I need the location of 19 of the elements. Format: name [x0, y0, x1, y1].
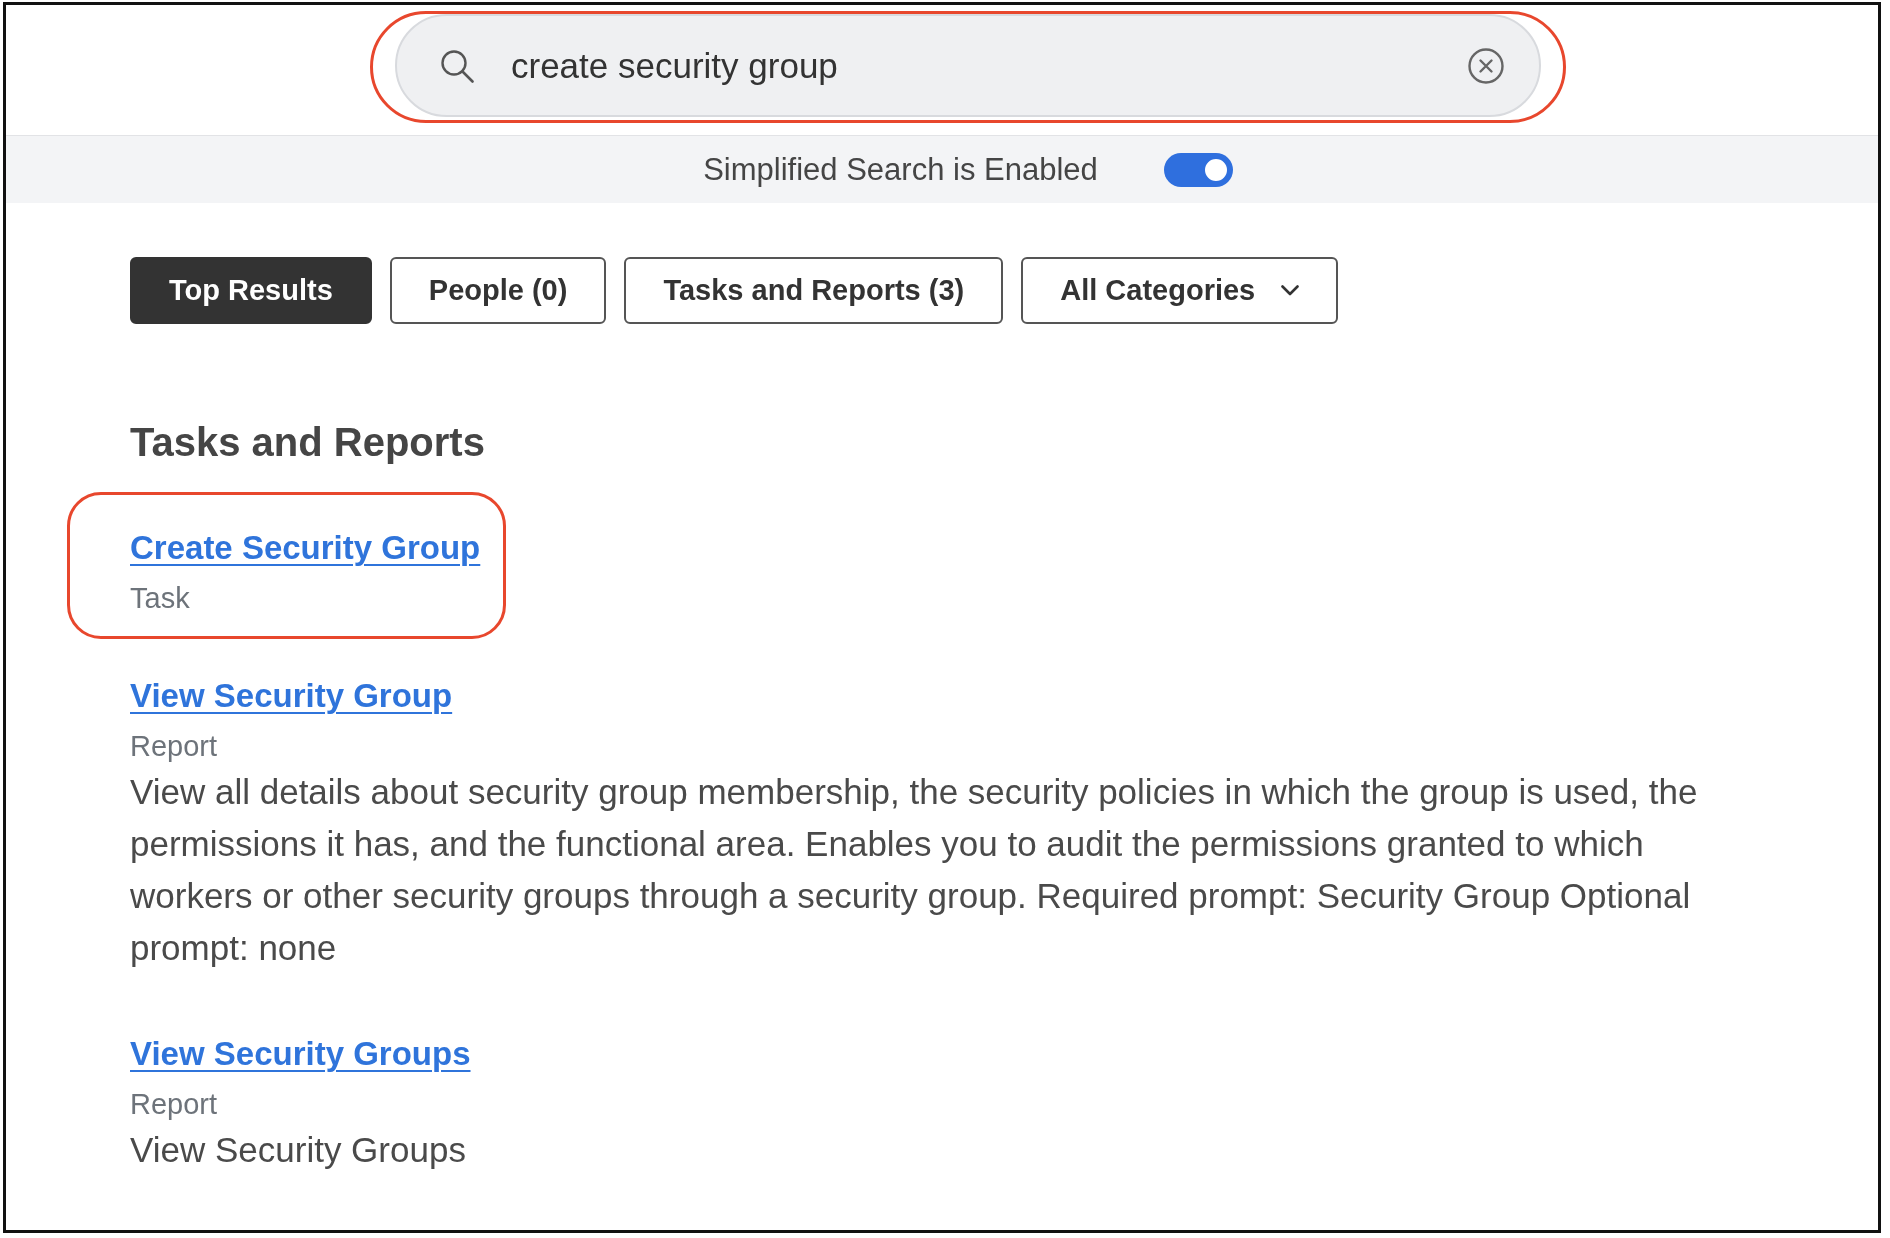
result-description: View all details about security group membership, the security policies in which the group is used, the permissions it has, and the functional area. Enables you to audit the permissions granted to which workers or other security groups through a security group. Required prompt: Security Group Optional prompt: none: [130, 771, 1699, 969]
search-field[interactable]: create security group: [395, 14, 1541, 117]
filter-tab[interactable]: People (0): [389, 257, 607, 324]
filter-tab[interactable]: Top Results: [130, 257, 372, 324]
clear-icon[interactable]: [1468, 47, 1504, 84]
simplified-search-label: Simplified Search is Enabled: [703, 151, 1098, 188]
result-type: Report: [130, 1087, 218, 1122]
toggle-switch[interactable]: [1163, 152, 1233, 187]
filter-tab[interactable]: Tasks and Reports (3): [624, 257, 1004, 324]
chevron-down-icon: [1281, 285, 1300, 296]
result-type: Report: [130, 729, 218, 764]
category-dropdown[interactable]: All Categories: [1021, 257, 1339, 324]
result-link[interactable]: View Security Groups: [130, 1032, 471, 1076]
result-description: View Security Groups: [130, 1129, 467, 1171]
section-heading: Tasks and Reports: [130, 419, 485, 466]
result-link[interactable]: Create Security Group: [130, 526, 481, 570]
search-icon: [440, 48, 474, 83]
result-type: Task: [130, 581, 190, 616]
result-link[interactable]: View Security Group: [130, 674, 453, 718]
